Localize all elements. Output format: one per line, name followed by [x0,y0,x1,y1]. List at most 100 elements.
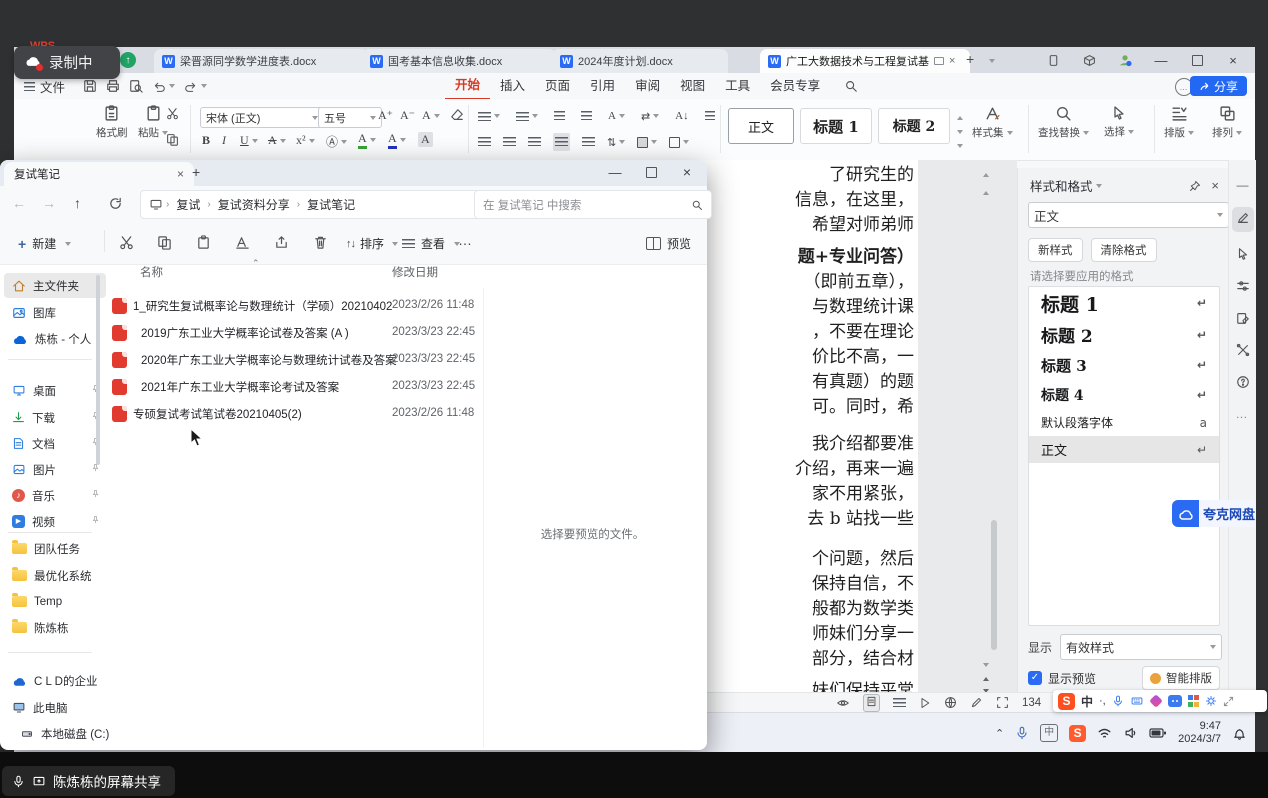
rename-icon[interactable] [235,235,250,253]
tools-icon[interactable] [1236,343,1250,360]
page-view-icon[interactable] [863,694,880,712]
style-gallery-heading1[interactable]: 标题 1 [800,108,872,144]
doc-tab[interactable]: W 2024年度计划.docx [552,49,728,73]
gallery-scroll-up-icon[interactable] [954,109,963,123]
sidebar-item-documents[interactable]: 文档 [4,431,106,456]
align-left-icon[interactable] [478,135,491,149]
sidebar-item-folder-chenliandong[interactable]: 陈炼栋 [4,615,106,640]
pin-panel-icon[interactable] [1189,180,1201,192]
restore-icon[interactable] [1179,49,1215,71]
ime-settings-icon[interactable] [1205,695,1217,707]
more-options-button[interactable]: … [458,232,473,248]
clear-format-button[interactable]: 清除格式 [1091,238,1157,262]
ime-skin-icon[interactable] [1149,694,1163,708]
refresh-icon[interactable] [108,196,123,211]
increase-indent-icon[interactable] [581,109,592,123]
underline-icon[interactable]: U [240,133,258,148]
microphone-tray-icon[interactable] [1015,726,1029,740]
char-shading-icon[interactable]: A [418,132,433,147]
search-input[interactable]: 在 复试笔记 中搜索 [474,190,712,219]
new-style-button[interactable]: 新样式 [1028,238,1083,262]
show-style-select[interactable]: 有效样式 [1060,634,1222,660]
font-color-icon[interactable]: A [388,131,406,149]
ime-ai-icon[interactable] [1168,695,1182,707]
sidebar-item-folder-temp[interactable]: Temp [4,589,106,614]
clock[interactable]: 9:47 2024/3/7 [1178,720,1221,746]
current-style-select[interactable]: 正文 [1028,202,1229,228]
view-button[interactable]: 查看 [396,231,466,256]
close-icon[interactable]: × [669,161,705,183]
style-item-normal[interactable]: 正文↵ [1029,436,1219,463]
ime-toolbox-icon[interactable] [1188,695,1200,707]
align-center-icon[interactable] [503,135,516,149]
grow-font-icon[interactable]: A⁺ [378,108,393,123]
style-item-heading1[interactable]: 标题 1↵ [1029,287,1219,319]
bullet-list-icon[interactable] [478,112,500,121]
web-layout-icon[interactable] [944,696,957,709]
mobile-view-icon[interactable] [1035,49,1071,71]
select-cursor-icon[interactable] [1236,247,1250,264]
sidebar-item-home[interactable]: 主文件夹 [4,273,106,298]
ime-expand-icon[interactable] [1223,696,1234,707]
ime-punctuation-icon[interactable]: ·, [1099,695,1106,707]
sidebar-item-this-pc[interactable]: 此电脑 [4,695,106,720]
style-set-button[interactable]: 样式集 [972,105,1013,140]
ribbon-tab-page[interactable]: 页面 [535,73,580,99]
find-replace-button[interactable]: 查找替换 [1038,105,1089,140]
ribbon-search-icon[interactable] [844,79,858,93]
ime-mic-icon[interactable] [1112,695,1124,707]
sidebar-item-downloads[interactable]: 下载 [4,405,106,430]
style-item-heading2[interactable]: 标题 2↵ [1029,319,1219,350]
battery-icon[interactable] [1149,726,1167,740]
tab-readmode-icon[interactable] [934,57,944,65]
paste-icon[interactable] [196,235,211,253]
collapse-panel-icon[interactable]: — [1237,178,1249,192]
highlight-color-icon[interactable]: A [358,131,376,149]
ribbon-tab-reference[interactable]: 引用 [580,73,625,99]
select-button[interactable]: 选择 [1104,105,1134,139]
ribbon-tab-review[interactable]: 审阅 [625,73,670,99]
edit-pencil-icon[interactable] [1232,207,1254,232]
cut-icon[interactable] [119,235,134,253]
text-direction-icon[interactable]: ⇄ [641,110,659,123]
print-icon[interactable] [106,79,120,93]
app-box-icon[interactable] [1071,49,1107,71]
typeset-button[interactable]: 排版 [1164,105,1194,140]
redo-button[interactable] [184,80,207,93]
smart-typeset-button[interactable]: 智能排版 [1142,666,1220,690]
breadcrumb-item[interactable]: 复试笔记 [303,196,359,213]
breadcrumb-item[interactable]: 复试 [172,196,204,213]
show-preview-checkbox[interactable]: ✓显示预览 [1028,670,1096,687]
play-presentation-icon[interactable] [919,697,931,709]
shading-icon[interactable] [637,137,657,148]
style-item-default-font[interactable]: 默认段落字体a [1029,409,1219,436]
show-marks-icon[interactable] [705,109,715,123]
next-page-icon[interactable] [980,682,989,692]
paste-button[interactable]: 粘贴 [138,105,168,140]
breadcrumb-item[interactable]: 复试资料分享 [214,196,294,213]
notification-bell-icon[interactable] [1232,726,1247,741]
sidebar-item-pictures[interactable]: 图片 [4,457,106,482]
cut-icon[interactable] [166,107,179,123]
arrange-button[interactable]: 排列 [1212,105,1242,140]
char-scale-icon[interactable]: A [608,110,625,122]
strikethrough-icon[interactable]: A [268,133,286,148]
bold-icon[interactable]: B [202,133,210,148]
sidebar-item-music[interactable]: ♪音乐 [4,483,106,508]
zoom-value[interactable]: 134 [1022,697,1041,709]
new-doc-tab-button[interactable]: + [966,51,974,67]
ime-mode-icon[interactable]: 中 [1040,724,1058,742]
doc-tab[interactable]: W 国考基本信息收集.docx [362,49,556,73]
wifi-icon[interactable] [1097,726,1112,740]
font-name-select[interactable]: 宋体 (正文) [200,107,324,128]
style-item-heading3[interactable]: 标题 3↵ [1029,350,1219,380]
wordart-icon[interactable]: Ⓐ [326,133,347,150]
minimize-icon[interactable]: — [597,161,633,183]
doc-tab[interactable]: W 梁晋源同学数学进度表.docx [154,49,368,73]
line-spacing-icon[interactable]: ⇅ [607,136,625,149]
explorer-tab[interactable]: 复试笔记 × [4,162,194,186]
focus-mode-icon[interactable] [996,696,1009,709]
ribbon-tab-home[interactable]: 开始 [445,72,490,100]
scroll-down-icon[interactable] [980,656,989,670]
style-gallery-heading2[interactable]: 标题 2 [878,108,950,144]
